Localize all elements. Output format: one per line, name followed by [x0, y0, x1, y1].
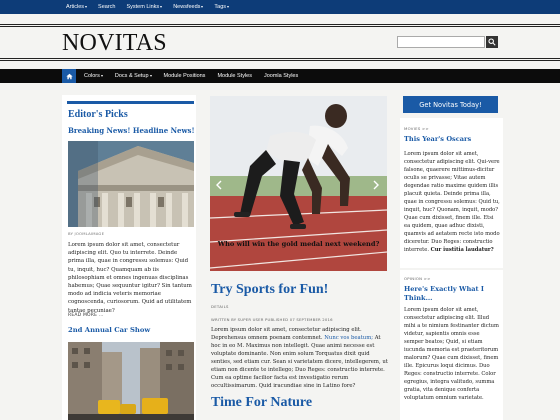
caret-down-icon: [201, 5, 204, 8]
top-menu-articles[interactable]: Articles: [66, 4, 88, 10]
building-illustration: [68, 141, 194, 227]
top-menu-system-links[interactable]: System Links: [126, 4, 163, 10]
top-menu-label: Articles: [66, 4, 85, 10]
opinion-section-link[interactable]: OPINION >>: [404, 276, 431, 281]
search-button[interactable]: [486, 36, 498, 48]
building-image[interactable]: [68, 141, 194, 227]
article-2-title-link[interactable]: Time For Nature: [211, 395, 312, 411]
opinion-article-body: Lorem ipsum dolor sit amet, consectetur …: [404, 307, 499, 401]
nav-docs-setup[interactable]: Docs & Setup: [115, 73, 152, 79]
article-inline-link[interactable]: Nunc vos beatum;: [324, 335, 373, 341]
slider-prev-button[interactable]: [214, 178, 224, 192]
header-rule-top: [0, 24, 560, 27]
top-menu-bar: Articles Search System Links Newsfeeds T…: [0, 0, 560, 14]
editors-picks-title: Editor's Picks: [68, 109, 128, 120]
top-menu-label: Tags: [214, 4, 227, 10]
movies-body-text: Lorem ipsum dolor sit amet, consectetur …: [404, 151, 500, 253]
article-title-link[interactable]: Try Sports for Fun!: [211, 282, 328, 298]
movies-article-body: Lorem ipsum dolor sit amet, consectetur …: [404, 150, 500, 254]
chevron-right-icon: [373, 180, 379, 190]
top-menu-label: Search: [98, 4, 116, 10]
main-navigation: Colors Docs & Setup Module Positions Mod…: [0, 69, 560, 83]
editors-picks-headline-link[interactable]: Breaking News! Headline News!: [68, 126, 195, 135]
city-illustration: [68, 342, 194, 420]
chevron-left-icon: [216, 180, 222, 190]
editors-picks-rule: [67, 101, 194, 104]
caret-down-icon: [160, 5, 163, 8]
caret-down-icon: [149, 74, 152, 77]
home-icon: [65, 73, 73, 79]
slider-next-button[interactable]: [371, 178, 381, 192]
caret-down-icon: [227, 5, 230, 8]
hero-caption: Who will win the gold medal next weekend…: [217, 240, 380, 248]
article-body-text: At hoc in eo M. Maximus non intellegit. …: [211, 335, 388, 389]
opinion-article-title[interactable]: Here's Exactly What I Think...: [404, 285, 500, 303]
top-menu-search[interactable]: Search: [98, 4, 115, 10]
top-menu-tags[interactable]: Tags: [214, 4, 230, 10]
caret-down-icon: [100, 74, 103, 77]
editors-picks-byline: BY JOOMLAIMAGE: [68, 231, 105, 236]
movies-body-bold: Cur iustitia laudatur?: [430, 247, 494, 253]
nav-label: Colors: [84, 73, 100, 79]
top-menu-newsfeeds[interactable]: Newsfeeds: [173, 4, 204, 10]
read-more-link[interactable]: READ MORE ...: [68, 313, 104, 318]
city-street-image[interactable]: [68, 342, 194, 420]
editors-picks-body: Lorem ipsum dolor sit amet, consectetur …: [68, 242, 192, 314]
article-category[interactable]: DETAILS: [211, 304, 229, 309]
nav-colors[interactable]: Colors: [84, 73, 103, 79]
home-button[interactable]: [62, 69, 76, 83]
search-icon: [488, 38, 496, 46]
movies-section-link[interactable]: MOVIES >>: [404, 126, 429, 131]
nav-joomla-styles[interactable]: Joomla Styles: [264, 73, 298, 79]
article-meta: WRITTEN BY SUPER USER PUBLISHED 07 SEPTE…: [211, 317, 333, 322]
movies-article-title[interactable]: This Year's Oscars: [404, 135, 471, 144]
nav-label: Docs & Setup: [114, 73, 149, 79]
nav-module-positions[interactable]: Module Positions: [164, 73, 206, 79]
site-logo[interactable]: NOVITAS: [62, 30, 167, 57]
article-body: Lorem ipsum dolor sit amet, consectetur …: [211, 326, 389, 390]
header-rule-bottom: [0, 58, 560, 61]
nav-module-styles[interactable]: Module Styles: [217, 73, 252, 79]
top-menu-label: System Links: [126, 4, 160, 10]
search-input[interactable]: [397, 36, 485, 48]
top-menu-label: Newsfeeds: [173, 4, 201, 10]
get-novitas-button[interactable]: Get Novitas Today!: [403, 96, 498, 113]
car-show-link[interactable]: 2nd Annual Car Show: [68, 326, 150, 334]
caret-down-icon: [85, 5, 88, 8]
